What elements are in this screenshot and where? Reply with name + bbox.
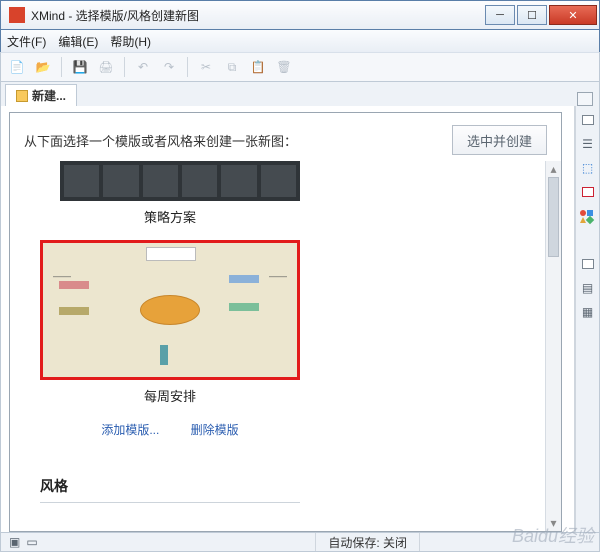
- template-caption-strategy: 策略方案: [40, 207, 300, 226]
- template-thumb-weekly-selected[interactable]: —— ——: [40, 240, 300, 380]
- close-button[interactable]: ✕: [549, 5, 597, 25]
- menu-help[interactable]: 帮助(H): [110, 33, 151, 50]
- status-spacer: [419, 533, 599, 551]
- template-gallery: 策略方案 —— —— 每周安排: [20, 161, 537, 531]
- select-and-create-button[interactable]: 选中并创建: [452, 125, 547, 155]
- app-icon: [9, 7, 25, 23]
- copy-icon[interactable]: ⧉: [222, 57, 242, 77]
- status-widget-icon[interactable]: ▣: [9, 535, 20, 549]
- autosave-status: 自动保存: 关闭: [315, 533, 419, 551]
- delete-template-link[interactable]: 删除模版: [191, 423, 239, 437]
- sidebar-restore-icon[interactable]: [580, 112, 596, 128]
- content-area: 从下面选择一个模版或者风格来创建一张新图： 选中并创建 策略方案: [1, 106, 575, 532]
- sidebar-gallery-icon[interactable]: ▤: [580, 280, 596, 296]
- right-sidebar: ☰ ⬚ ▤ ▦: [575, 106, 599, 532]
- menu-bar: 文件(F) 编辑(E) 帮助(H): [0, 30, 600, 52]
- redo-icon[interactable]: ↷: [159, 57, 179, 77]
- menu-edit[interactable]: 编辑(E): [58, 33, 98, 50]
- scroll-down-icon[interactable]: ▾: [546, 515, 561, 531]
- style-section-title: 风格: [40, 476, 537, 496]
- tab-label: 新建...: [32, 87, 66, 104]
- sidebar-structure-icon[interactable]: ⬚: [580, 160, 596, 176]
- print-icon[interactable]: 🖨: [96, 57, 116, 77]
- status-bar: ▣ ▭ 自动保存: 关闭: [0, 532, 600, 552]
- document-icon: [16, 90, 28, 102]
- tab-new[interactable]: 新建...: [5, 84, 77, 106]
- toolbar-separator: [187, 57, 188, 77]
- delete-icon[interactable]: 🗑: [274, 57, 294, 77]
- add-template-link[interactable]: 添加模版...: [101, 423, 159, 437]
- window-title: XMind - 选择模版/风格创建新图: [31, 7, 483, 24]
- sidebar-theme-icon[interactable]: ▦: [580, 304, 596, 320]
- paste-icon[interactable]: 📋: [248, 57, 268, 77]
- restore-panel-icon[interactable]: [577, 92, 593, 106]
- tab-bar: 新建...: [0, 82, 600, 106]
- maximize-button[interactable]: ☐: [517, 5, 547, 25]
- template-caption-weekly: 每周安排: [40, 386, 300, 405]
- cut-icon[interactable]: ✂: [196, 57, 216, 77]
- sidebar-restore2-icon[interactable]: [580, 256, 596, 272]
- sidebar-outline-icon[interactable]: ☰: [580, 136, 596, 152]
- panel-prompt: 从下面选择一个模版或者风格来创建一张新图：: [24, 131, 452, 150]
- save-icon[interactable]: 💾: [70, 57, 90, 77]
- new-icon[interactable]: 📄: [7, 57, 27, 77]
- title-bar: XMind - 选择模版/风格创建新图 ─ ☐ ✕: [0, 0, 600, 30]
- status-widget2-icon[interactable]: ▭: [26, 535, 37, 549]
- toolbar-separator: [61, 57, 62, 77]
- template-thumb-strategy[interactable]: [60, 161, 300, 201]
- scroll-up-icon[interactable]: ▴: [546, 161, 561, 177]
- sidebar-properties-icon[interactable]: [580, 184, 596, 200]
- divider: [40, 502, 300, 503]
- sidebar-markers-icon[interactable]: [580, 208, 596, 224]
- undo-icon[interactable]: ↶: [133, 57, 153, 77]
- minimize-button[interactable]: ─: [485, 5, 515, 25]
- scroll-thumb[interactable]: [548, 177, 559, 257]
- open-icon[interactable]: 📂: [33, 57, 53, 77]
- template-panel: 从下面选择一个模版或者风格来创建一张新图： 选中并创建 策略方案: [9, 112, 562, 532]
- toolbar-separator: [124, 57, 125, 77]
- menu-file[interactable]: 文件(F): [7, 33, 46, 50]
- vertical-scrollbar[interactable]: ▴ ▾: [545, 161, 561, 531]
- toolbar: 📄 📂 💾 🖨 ↶ ↷ ✂ ⧉ 📋 🗑: [0, 52, 600, 82]
